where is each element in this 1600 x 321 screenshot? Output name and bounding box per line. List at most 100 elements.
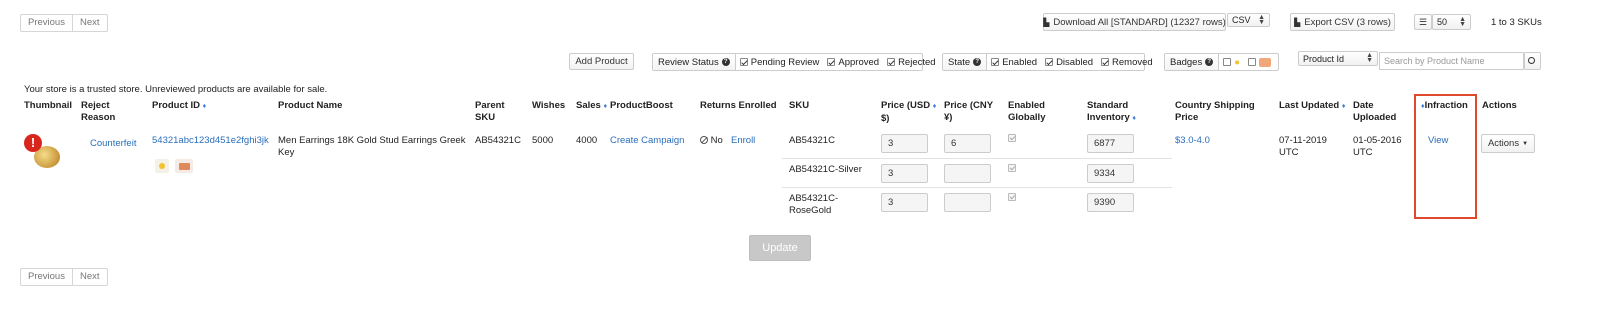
col-returns-enrolled: Returns Enrolled	[700, 100, 777, 111]
product-id-link[interactable]: 54321abc123d451e2fghi3jk	[152, 135, 269, 147]
previous-button[interactable]: Previous	[21, 269, 72, 285]
review-status-filter: Review Status ? Pending Review Approved …	[652, 53, 936, 71]
variant-sku: AB54321C-Silver	[789, 164, 862, 175]
search-icon	[1528, 56, 1535, 64]
badge-bulb-checkbox[interactable]: ●	[1223, 57, 1240, 68]
col-reject-reason: Reject Reason	[81, 100, 116, 123]
returns-status: No	[700, 135, 723, 147]
sort-icon[interactable]: ♦	[1342, 103, 1346, 110]
download-all-label: Download All [STANDARD] (12327 rows)	[1053, 16, 1226, 28]
col-enabled-globally: Enabled Globally	[1008, 100, 1046, 123]
reject-reason-link[interactable]: Counterfeit	[90, 138, 136, 150]
download-all-button[interactable]: ▙ Download All [STANDARD] (12327 rows)	[1043, 13, 1226, 31]
sort-icon[interactable]: ♦	[933, 103, 937, 110]
caret-down-icon: ▼	[1522, 140, 1529, 147]
price-cny-input[interactable]	[944, 164, 991, 183]
badges-filter: Badges ? ●	[1164, 53, 1279, 71]
col-actions: Actions	[1482, 100, 1517, 111]
col-last-updated[interactable]: Last Updated ♦	[1279, 100, 1345, 113]
sort-icon[interactable]: ♦	[603, 103, 607, 110]
state-filter: State ? Enabled Disabled Removed	[942, 53, 1153, 71]
shipping-price-link[interactable]: $3.0-4.0	[1175, 135, 1210, 147]
pager-bottom: Previous Next	[20, 268, 108, 286]
infraction-highlight	[1414, 94, 1477, 219]
prohibited-icon	[700, 136, 708, 144]
truck-icon	[175, 159, 193, 173]
state-disabled-checkbox[interactable]: Disabled	[1045, 57, 1093, 68]
col-productboost: ProductBoost	[610, 100, 673, 111]
price-usd-input[interactable]: 3	[881, 164, 928, 183]
search-field-select[interactable]: Product Id ▲ ▼	[1298, 51, 1378, 66]
price-cny-input[interactable]: 6	[944, 134, 991, 153]
file-icon: ▙	[1043, 17, 1050, 27]
select-arrow-icon: ▲ ▼	[1258, 14, 1265, 26]
inventory-input[interactable]: 9334	[1087, 164, 1134, 183]
list-icon: ☰	[1418, 16, 1428, 27]
state-enabled-checkbox[interactable]: Enabled	[991, 57, 1037, 68]
enabled-globally-checkbox[interactable]	[1008, 164, 1016, 172]
help-icon: ?	[1205, 58, 1214, 66]
enroll-link[interactable]: Enroll	[731, 135, 755, 147]
row-divider	[782, 158, 1172, 159]
date-uploaded: 01-05-2016 UTC	[1353, 135, 1402, 158]
col-price-usd[interactable]: Price (USD ♦ $)	[881, 100, 936, 125]
inventory-input[interactable]: 6877	[1087, 134, 1134, 153]
variant-sku: AB54321C	[789, 135, 835, 146]
row-divider	[782, 187, 1172, 188]
select-arrow-icon: ▲ ▼	[1459, 16, 1466, 28]
page-size-select[interactable]: 50 ▲ ▼	[1432, 14, 1471, 30]
next-button[interactable]: Next	[71, 15, 107, 31]
search-input[interactable]: Search by Product Name	[1379, 52, 1524, 70]
price-usd-input[interactable]: 3	[881, 134, 928, 153]
sort-icon[interactable]: ♦	[1132, 115, 1136, 122]
col-price-cny: Price (CNY ¥)	[944, 100, 994, 123]
update-button[interactable]: Update	[749, 235, 811, 261]
last-updated: 07-11-2019 UTC	[1279, 135, 1327, 158]
next-button[interactable]: Next	[71, 269, 107, 285]
export-csv-button[interactable]: ▙ Export CSV (3 rows)	[1290, 13, 1395, 31]
truck-icon	[1258, 57, 1271, 67]
enabled-globally-checkbox[interactable]	[1008, 193, 1016, 201]
sort-icon[interactable]: ♦	[203, 103, 207, 110]
list-view-button[interactable]: ☰	[1414, 14, 1432, 30]
price-cny-input[interactable]	[944, 193, 991, 212]
enabled-globally-checkbox[interactable]	[1008, 134, 1016, 142]
sales-count: 4000	[576, 135, 598, 146]
actions-dropdown-button[interactable]: Actions ▼	[1481, 134, 1535, 153]
col-product-id[interactable]: Product ID ♦	[152, 100, 206, 113]
select-arrow-icon: ▲ ▼	[1366, 52, 1373, 64]
search-button[interactable]	[1524, 52, 1541, 70]
trusted-store-notice: Your store is a trusted store. Unreviewe…	[24, 84, 328, 95]
col-sales[interactable]: Sales ♦	[576, 100, 607, 113]
col-thumbnail: Thumbnail	[24, 100, 73, 111]
help-icon: ?	[721, 58, 730, 66]
previous-button[interactable]: Previous	[21, 15, 72, 31]
state-label: State ?	[943, 54, 988, 70]
col-sku: SKU	[789, 100, 810, 111]
wishes-count: 5000	[532, 135, 554, 146]
warning-icon: !	[24, 134, 42, 152]
parent-sku: AB54321C	[475, 135, 521, 146]
badge-shipping-checkbox[interactable]	[1247, 57, 1271, 67]
add-product-button[interactable]: Add Product	[569, 53, 634, 70]
create-campaign-link[interactable]: Create Campaign	[610, 135, 684, 147]
file-icon: ▙	[1294, 17, 1301, 27]
lightbulb-icon: ●	[1234, 56, 1240, 68]
review-rejected-checkbox[interactable]: Rejected	[887, 57, 936, 68]
download-format-select[interactable]: CSV ▲ ▼	[1227, 13, 1270, 27]
product-thumbnail[interactable]: !	[24, 134, 62, 172]
review-status-label: Review Status ?	[653, 54, 736, 70]
col-parent-sku: Parent SKU	[475, 100, 505, 123]
review-approved-checkbox[interactable]: Approved	[827, 57, 879, 68]
col-product-name: Product Name	[278, 100, 343, 111]
badges-label: Badges ?	[1165, 54, 1220, 70]
col-standard-inventory[interactable]: Standard Inventory ♦	[1087, 100, 1136, 125]
pager-top: Previous Next	[20, 14, 108, 32]
price-usd-input[interactable]: 3	[881, 193, 928, 212]
lightbulb-icon	[155, 159, 169, 173]
state-removed-checkbox[interactable]: Removed	[1101, 57, 1153, 68]
inventory-input[interactable]: 9390	[1087, 193, 1134, 212]
product-name: Men Earrings 18K Gold Stud Earrings Gree…	[278, 135, 466, 158]
review-pending-checkbox[interactable]: Pending Review	[739, 57, 819, 68]
col-date-uploaded: Date Uploaded	[1353, 100, 1397, 123]
